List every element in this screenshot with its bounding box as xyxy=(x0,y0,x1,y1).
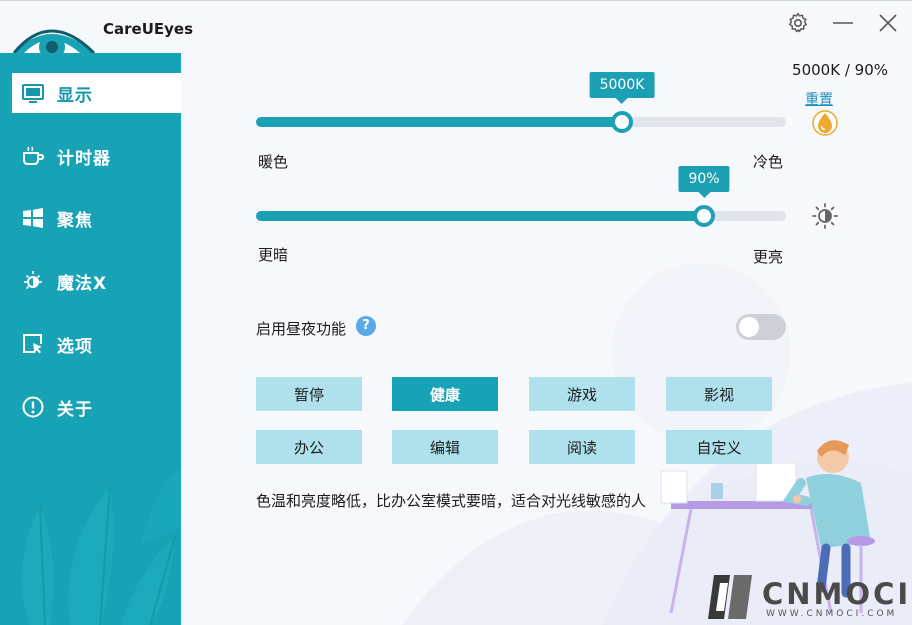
sidebar-item-label: 显示 xyxy=(57,85,93,106)
mode-button-health[interactable]: 健康 xyxy=(392,377,498,411)
mode-button-reading[interactable]: 阅读 xyxy=(529,430,635,464)
windows-logo-icon xyxy=(21,206,45,230)
sidebar-item-label: 聚焦 xyxy=(57,210,93,231)
slider-thumb[interactable] xyxy=(611,111,633,133)
sun-moon-icon xyxy=(21,269,45,293)
help-icon[interactable]: ? xyxy=(356,316,376,336)
display-panel: 5000K / 90% 重置 5000K 暖色 冷色 90% 更暗 更亮 启用昼… xyxy=(181,53,912,625)
coffee-cup-icon xyxy=(21,144,45,168)
settings-button[interactable] xyxy=(784,9,812,37)
color-temperature-slider[interactable]: 5000K xyxy=(256,72,786,133)
sidebar-item-focus[interactable]: 聚焦 xyxy=(12,198,181,238)
sidebar-item-label: 选项 xyxy=(57,336,93,357)
watermark-logo-icon xyxy=(708,575,752,619)
close-icon xyxy=(879,14,897,32)
sidebar-item-display[interactable]: 显示 xyxy=(12,73,181,113)
app-title: CareUEyes xyxy=(103,20,194,38)
slider-thumb[interactable] xyxy=(693,205,715,227)
watermark-text: CNMOCI xyxy=(762,577,912,611)
watermark: CNMOCI WWW.CNMOCI.COM xyxy=(704,571,910,623)
mode-button-pause[interactable]: 暂停 xyxy=(256,377,362,411)
slider-value-tooltip: 5000K xyxy=(589,72,655,104)
close-button[interactable] xyxy=(874,9,902,37)
brightness-icon xyxy=(811,202,839,230)
cool-label: 冷色 xyxy=(753,153,784,171)
sidebar-item-label: 魔法X xyxy=(57,273,108,294)
mode-button-office[interactable]: 办公 xyxy=(256,430,362,464)
darker-label: 更暗 xyxy=(258,246,289,264)
info-circle-icon xyxy=(21,395,45,419)
brightness-slider[interactable]: 90% xyxy=(256,166,786,227)
toggle-knob xyxy=(739,317,759,337)
watermark-subtext: WWW.CNMOCI.COM xyxy=(766,609,898,619)
brighter-label: 更亮 xyxy=(753,248,784,266)
sidebar-item-about[interactable]: 关于 xyxy=(12,387,181,427)
day-night-toggle[interactable] xyxy=(736,314,786,340)
sidebar-item-timer[interactable]: 计时器 xyxy=(12,136,181,176)
mode-button-game[interactable]: 游戏 xyxy=(529,377,635,411)
sidebar-item-label: 计时器 xyxy=(57,148,111,169)
title-bar[interactable]: CareUEyes xyxy=(0,1,912,59)
slider-fill xyxy=(256,211,704,221)
sidebar: 显示 计时器 聚焦 魔法X 选项 关于 xyxy=(0,53,181,625)
cursor-square-icon xyxy=(21,332,45,356)
minimize-button[interactable] xyxy=(829,9,857,37)
minimize-icon xyxy=(833,22,853,24)
mode-description: 色温和亮度略低，比办公室模式要暗，适合对光线敏感的人 xyxy=(256,492,647,510)
warm-label: 暖色 xyxy=(258,153,289,171)
gear-icon xyxy=(789,12,807,33)
mode-button-custom[interactable]: 自定义 xyxy=(666,430,772,464)
monitor-icon xyxy=(21,81,45,105)
reset-link[interactable]: 重置 xyxy=(805,89,833,109)
slider-value-tooltip: 90% xyxy=(678,166,730,198)
sidebar-item-options[interactable]: 选项 xyxy=(12,324,181,364)
mode-button-movie[interactable]: 影视 xyxy=(666,377,772,411)
current-settings-readout: 5000K / 90% xyxy=(792,61,888,79)
sidebar-item-magic-x[interactable]: 魔法X xyxy=(12,261,181,301)
app-logo-icon xyxy=(10,5,104,59)
slider-fill xyxy=(256,117,622,127)
day-night-label: 启用昼夜功能 xyxy=(256,320,347,338)
drop-icon xyxy=(811,109,839,137)
sidebar-item-label: 关于 xyxy=(57,399,93,420)
illustration-background xyxy=(401,263,912,625)
mode-button-edit[interactable]: 编辑 xyxy=(392,430,498,464)
app-window: CareUEyes 显示 计时器 聚焦 魔法X 选项 关于 5000K / 90… xyxy=(0,0,912,625)
